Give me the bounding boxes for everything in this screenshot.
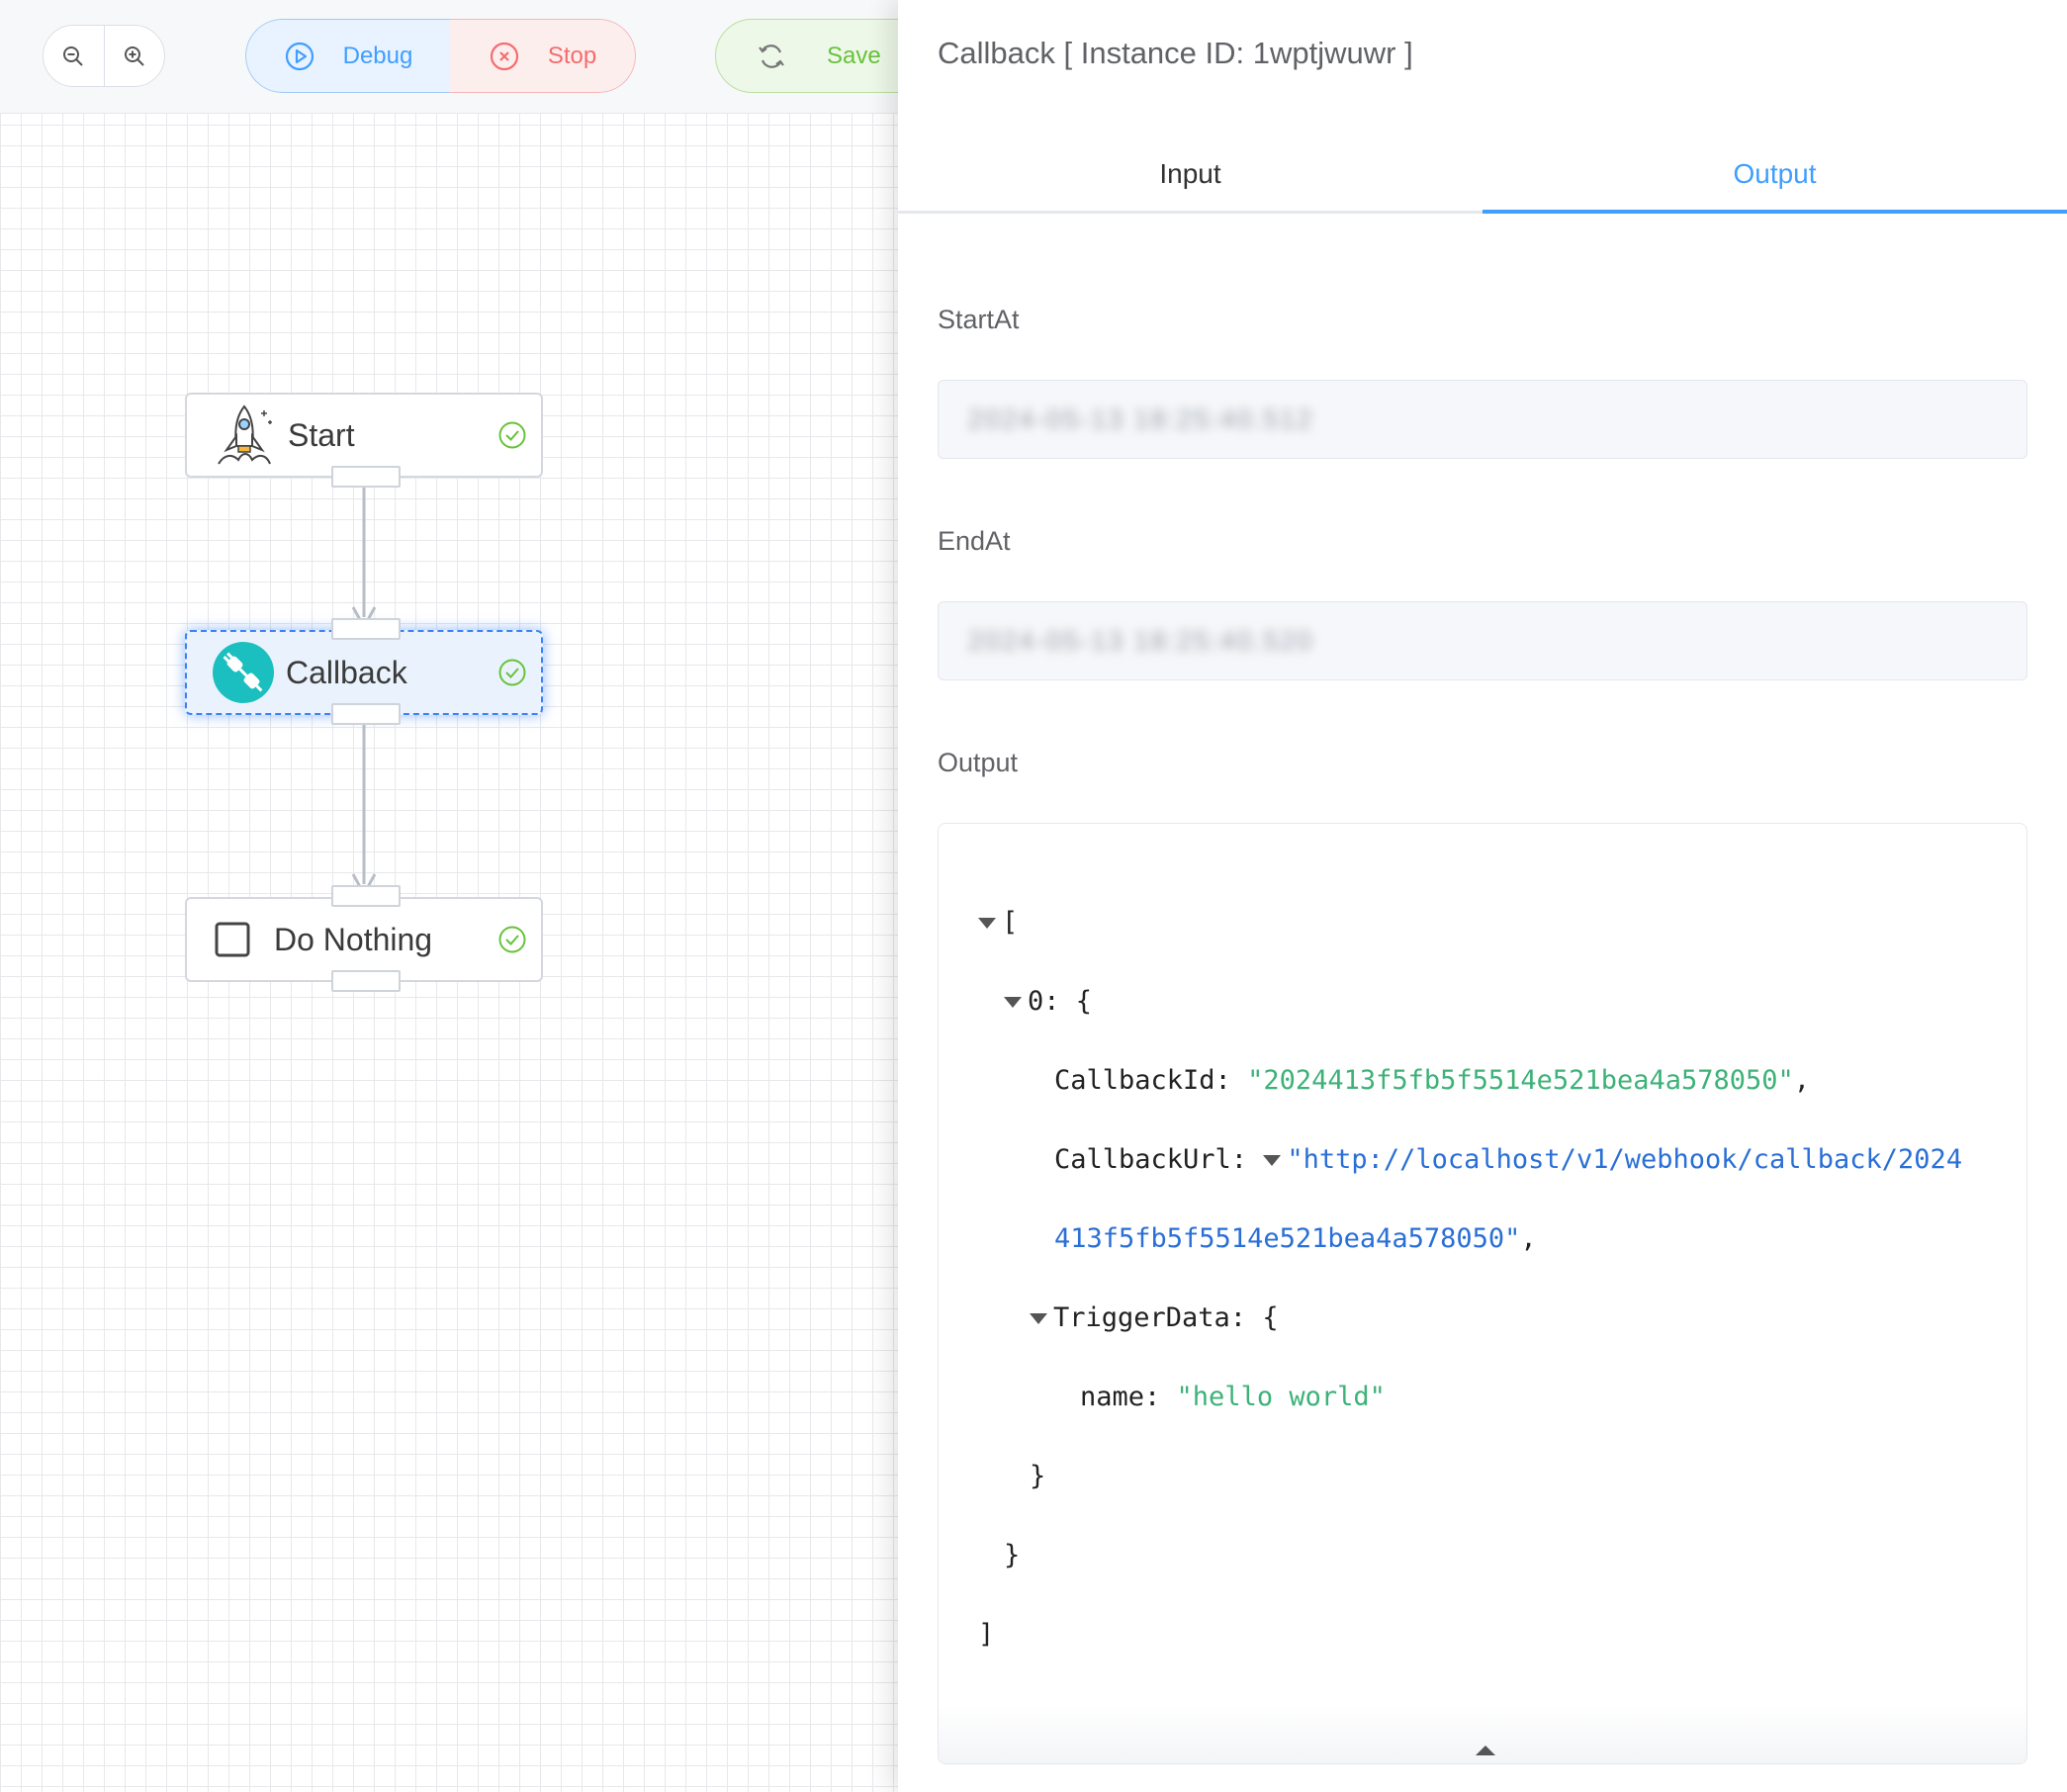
start-at-value: 2024-05-13 18:25:40.512 <box>968 403 1314 434</box>
start-at-label: StartAt <box>938 305 1020 334</box>
json-close-inner: } <box>1030 1461 1046 1491</box>
callback-id-value: "2024413f5fb5f5514e521bea4a578050" <box>1247 1065 1794 1096</box>
check-circle-icon <box>498 926 526 953</box>
json-object-line: 0: { <box>1004 984 1092 1020</box>
output-json-viewer[interactable]: [ 0: { CallbackId: "2024413f5fb5f5514e52… <box>938 823 2027 1764</box>
checkbox-icon <box>215 922 250 957</box>
json-close-object: } <box>1004 1540 1021 1570</box>
end-at-label: EndAt <box>938 526 1011 556</box>
flow-node-start[interactable]: Start <box>185 393 543 488</box>
node-label: Start <box>288 416 355 453</box>
end-at-value: 2024-05-13 18:25:40.520 <box>968 625 1314 656</box>
output-port[interactable] <box>331 970 401 992</box>
panel-tabs: Input Output <box>898 138 2067 214</box>
check-circle-icon <box>498 659 526 686</box>
json-footer <box>939 1704 2026 1763</box>
node-label: Callback <box>286 654 407 690</box>
input-port[interactable] <box>331 885 401 907</box>
flow-connectors <box>351 479 377 898</box>
node-label: Do Nothing <box>274 921 433 957</box>
json-close-array: ] <box>978 1619 995 1650</box>
output-port[interactable] <box>331 703 401 725</box>
json-trigger-data-line: TriggerData: { <box>1030 1300 1279 1336</box>
start-at-field[interactable]: 2024-05-13 18:25:40.512 <box>938 380 2027 459</box>
collapse-toggle-icon[interactable] <box>1030 1313 1047 1324</box>
rocket-icon <box>218 404 272 465</box>
json-name-line: name: "hello world" <box>1080 1382 1386 1412</box>
caret-up-icon[interactable] <box>1476 1746 1495 1755</box>
input-port[interactable] <box>331 618 401 640</box>
end-at-field[interactable]: 2024-05-13 18:25:40.520 <box>938 601 2027 680</box>
tab-input[interactable]: Input <box>898 138 1483 211</box>
json-callback-url-line: CallbackUrl: "http://localhost/v1/webhoo… <box>1054 1144 1963 1175</box>
flow-node-do-nothing[interactable]: Do Nothing <box>185 885 543 992</box>
flow-canvas[interactable]: Debug Stop Save Start Callback Do Nothin… <box>0 0 898 1792</box>
collapse-toggle-icon[interactable] <box>1263 1155 1282 1166</box>
collapse-toggle-icon[interactable] <box>1004 997 1022 1008</box>
name-value: "hello world" <box>1176 1382 1386 1412</box>
json-callback-id-line: CallbackId: "2024413f5fb5f5514e521bea4a5… <box>1054 1065 1811 1096</box>
output-label: Output <box>938 748 1019 777</box>
output-port[interactable] <box>331 466 401 488</box>
node-detail-panel: Callback [ Instance ID: 1wptjwuwr ] Inpu… <box>898 0 2067 1792</box>
callback-url-value: "http://localhost/v1/webhook/callback/20… <box>1287 1144 1963 1175</box>
json-array-line: [ <box>978 905 1018 941</box>
check-circle-icon <box>498 421 526 449</box>
flow-node-callback[interactable]: Callback <box>185 618 543 725</box>
plug-icon <box>213 642 274 703</box>
json-callback-url-cont: 413f5fb5f5514e521bea4a578050", <box>1054 1223 1537 1254</box>
tab-output[interactable]: Output <box>1483 138 2067 214</box>
panel-title: Callback [ Instance ID: 1wptjwuwr ] <box>938 36 1413 70</box>
collapse-toggle-icon[interactable] <box>978 918 996 929</box>
